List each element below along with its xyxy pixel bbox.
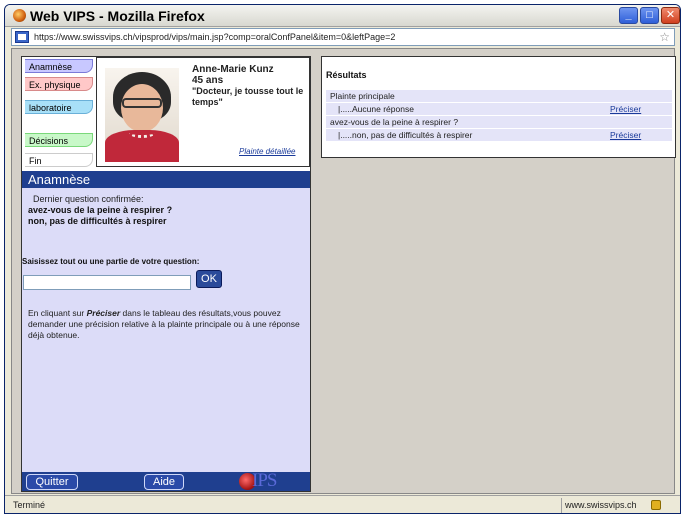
tab-fin-consultation[interactable]: Fin consultation [25,153,93,180]
anamnese-panel: Dernier question confirmée: avez-vous de… [22,188,310,472]
tab-ex-physique[interactable]: Ex. physique [25,77,93,91]
left-frame: Anamnèse Ex. physique laboratoire Décisi… [21,56,311,492]
last-question-label: Dernier question confirmée: [33,194,144,204]
status-bar: Terminé www.swissvips.ch [5,495,680,513]
last-answer: non, pas de difficultés à respirer [28,216,167,226]
bottom-bar: Quitter Aide IPS [22,472,310,491]
patient-complaint: "Docteur, je tousse tout le temps" [192,86,304,107]
ok-button[interactable]: OK [196,270,222,288]
detailed-complaint-link[interactable]: Plainte détaillée [239,147,295,156]
patient-card: Anne-Marie Kunz 45 ans "Docteur, je tous… [96,57,310,167]
patient-name: Anne-Marie Kunz [192,64,274,75]
patient-age: 45 ans [192,75,224,86]
results-panel: Résultats Plainte principale |.....Aucun… [321,56,676,158]
table-row: |.....non, pas de difficultés à respirer… [326,129,672,141]
tab-decisions[interactable]: Décisions [25,133,93,147]
section-title: Anamnèse [22,171,310,188]
title-bar: Web VIPS - Mozilla Firefox _ □ ✕ [5,5,680,27]
question-prompt: Saisissez tout ou une partie de votre qu… [22,257,200,266]
patient-photo [105,68,179,162]
tab-anamnese[interactable]: Anamnèse [25,59,93,73]
lock-icon[interactable] [651,500,661,510]
close-button[interactable]: ✕ [661,7,680,24]
help-button[interactable]: Aide [144,474,184,490]
results-table: Plainte principale |.....Aucune réponse … [326,89,672,142]
page-content: Anamnèse Ex. physique laboratoire Décisi… [11,48,676,494]
last-question: avez-vous de la peine à respirer ? [28,205,173,215]
results-title: Résultats [326,70,367,80]
status-text: Terminé [13,500,46,510]
preciser-link[interactable]: Préciser [606,103,672,115]
table-row: |.....Aucune réponse Préciser [326,103,672,115]
bookmark-star-icon[interactable]: ☆ [659,30,670,44]
question-input[interactable] [23,275,191,290]
help-text: En cliquant sur Préciser dans le tableau… [28,308,300,340]
address-bar[interactable]: https://www.swissvips.ch/vipsprod/vips/m… [11,28,675,46]
page-icon [15,31,29,43]
url-text[interactable]: https://www.swissvips.ch/vipsprod/vips/m… [34,32,395,42]
browser-window: Web VIPS - Mozilla Firefox _ □ ✕ https:/… [4,4,681,514]
quit-button[interactable]: Quitter [26,474,78,490]
vips-logo: IPS [236,472,296,491]
preciser-link[interactable]: Préciser [606,129,672,141]
status-domain: www.swissvips.ch [565,500,637,510]
nav-tabs: Anamnèse Ex. physique laboratoire Décisi… [22,57,94,180]
table-row: avez-vous de la peine à respirer ? [326,116,672,128]
minimize-button[interactable]: _ [619,7,638,24]
firefox-icon [13,9,26,22]
table-row: Plainte principale [326,90,672,102]
tab-laboratoire[interactable]: laboratoire [25,100,93,114]
maximize-button[interactable]: □ [640,7,659,24]
window-title: Web VIPS - Mozilla Firefox [30,8,205,24]
